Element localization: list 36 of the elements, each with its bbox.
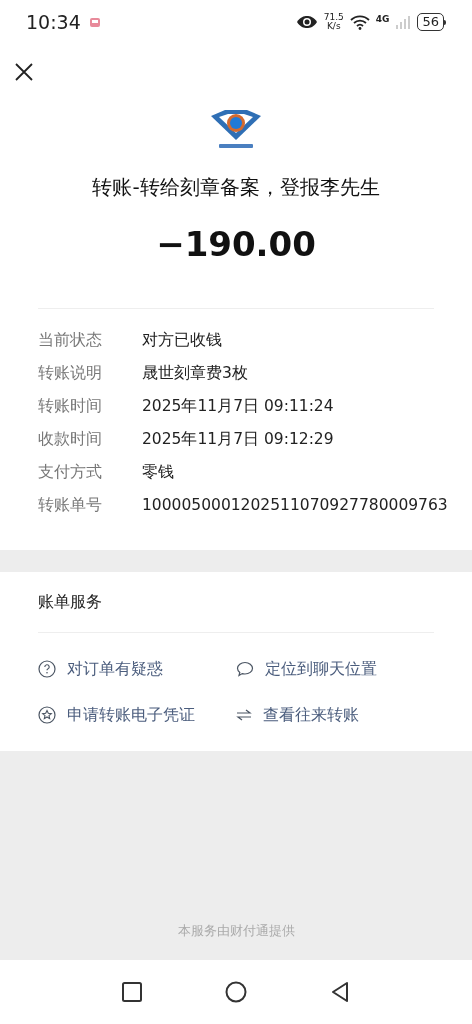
- network-speed: 71.5: [323, 13, 344, 22]
- section-title: 账单服务: [38, 591, 103, 613]
- detail-label: 当前状态: [38, 329, 103, 351]
- detail-value: 零钱: [142, 462, 174, 483]
- detail-value: 2025年11月7日 09:11:24: [142, 396, 334, 417]
- signal-icon: [395, 14, 412, 30]
- speech-bubble-icon: [236, 661, 254, 677]
- transfer-title: 转账-转给刻章备案，登报李先生: [92, 174, 380, 201]
- service-link[interactable]: 定位到聊天位置: [236, 657, 434, 681]
- app-notification-icon: [88, 16, 101, 28]
- service-link[interactable]: 对订单有疑惑: [38, 657, 236, 681]
- service-link[interactable]: 申请转账电子凭证: [38, 703, 236, 727]
- amount: −190.00: [156, 224, 316, 264]
- detail-label: 转账时间: [38, 395, 103, 417]
- close-button[interactable]: [14, 62, 34, 82]
- detail-value: 2025年11月7日 09:12:29: [142, 429, 334, 450]
- question-icon: [38, 660, 56, 678]
- wifi-icon: [349, 14, 370, 30]
- detail-value: 1000050001202511070927780009763: [142, 495, 448, 516]
- clock-time: 10:34: [26, 9, 81, 35]
- detail-value: 晟世刻章费3枚: [142, 363, 248, 384]
- detail-label: 收款时间: [38, 428, 103, 450]
- network-type: 4G: [375, 13, 390, 26]
- battery-level: 56: [417, 13, 444, 31]
- detail-label: 转账说明: [38, 362, 103, 384]
- eye-icon: [295, 15, 318, 29]
- home-button[interactable]: [225, 981, 247, 1003]
- service-link[interactable]: 查看往来转账: [236, 703, 434, 727]
- footer-text: 本服务由财付通提供: [177, 921, 295, 940]
- detail-label: 转账单号: [38, 494, 103, 516]
- detail-label: 支付方式: [38, 461, 103, 483]
- swap-arrows-icon: [236, 709, 252, 721]
- speed-unit: K/s: [326, 22, 341, 31]
- back-button[interactable]: [330, 981, 351, 1003]
- recent-apps-button[interactable]: [121, 982, 142, 1002]
- detail-value: 对方已收钱: [142, 330, 222, 351]
